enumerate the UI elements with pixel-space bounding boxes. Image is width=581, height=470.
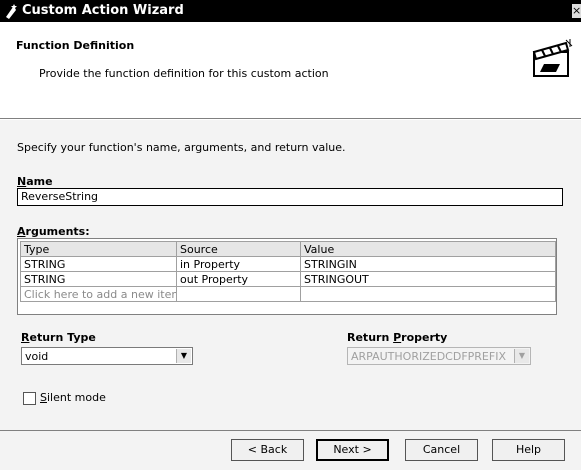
name-label: Name (17, 175, 53, 188)
empty-cell[interactable] (300, 286, 556, 302)
return-property-label: Return Property (347, 331, 448, 344)
silent-mode-label[interactable]: Silent mode (40, 391, 106, 404)
column-header-value[interactable]: Value (300, 241, 556, 257)
return-property-select: ARPAUTHORIZEDCDFPREFIX ▼ (347, 347, 531, 365)
return-property-value: ARPAUTHORIZEDCDFPREFIX (351, 350, 506, 363)
help-button[interactable]: Help (492, 439, 565, 461)
instructions-text: Specify your function's name, arguments,… (17, 141, 346, 154)
next-button[interactable]: Next > (316, 439, 389, 461)
clapperboard-icon (532, 39, 573, 77)
wizard-app-icon (6, 4, 17, 19)
window-title: Custom Action Wizard (22, 3, 184, 18)
cell-source[interactable]: in Property (176, 256, 301, 272)
button-bar: < Back Next > Cancel Help (0, 430, 581, 470)
add-item-row[interactable]: Click here to add a new item (20, 286, 556, 302)
table-row[interactable]: STRING in Property STRINGIN (20, 256, 556, 272)
cell-value[interactable]: STRINGOUT (300, 271, 556, 287)
return-type-select[interactable]: void ▼ (21, 347, 193, 365)
table-row[interactable]: STRING out Property STRINGOUT (20, 271, 556, 287)
arguments-grid[interactable]: Type Source Value STRING in Property STR… (17, 238, 557, 315)
page-title: Function Definition (16, 39, 135, 52)
cell-type[interactable]: STRING (20, 256, 177, 272)
column-header-type[interactable]: Type (20, 241, 177, 257)
cancel-button[interactable]: Cancel (405, 439, 478, 461)
cell-source[interactable]: out Property (176, 271, 301, 287)
back-button[interactable]: < Back (231, 439, 304, 461)
silent-mode-checkbox[interactable] (23, 392, 36, 405)
page-subtitle: Provide the function definition for this… (39, 67, 329, 80)
grid-header-row: Type Source Value (20, 241, 556, 257)
wizard-header: Function Definition Provide the function… (0, 22, 581, 119)
add-item-cell[interactable]: Click here to add a new item (20, 286, 177, 302)
arguments-label: Arguments: (17, 225, 90, 238)
cell-value[interactable]: STRINGIN (300, 256, 556, 272)
name-field[interactable]: ReverseString (17, 188, 563, 206)
return-type-value: void (25, 350, 49, 363)
empty-cell[interactable] (176, 286, 301, 302)
wizard-body: Specify your function's name, arguments,… (0, 119, 581, 431)
column-header-source[interactable]: Source (176, 241, 301, 257)
return-type-label: Return Type (21, 331, 96, 344)
dropdown-arrow-icon[interactable]: ▼ (176, 349, 191, 363)
dropdown-arrow-icon: ▼ (514, 349, 529, 363)
close-icon[interactable]: × (572, 4, 581, 18)
title-bar: Custom Action Wizard × (0, 0, 581, 22)
cell-type[interactable]: STRING (20, 271, 177, 287)
